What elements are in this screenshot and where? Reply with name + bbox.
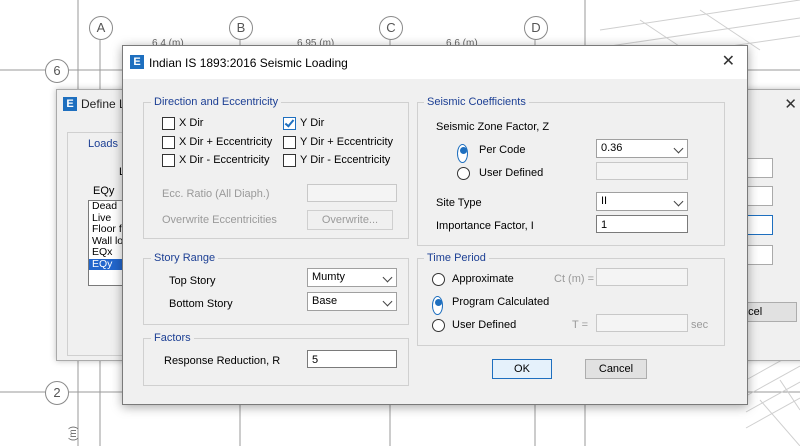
t-input[interactable]	[596, 314, 688, 332]
chevron-down-icon	[673, 143, 684, 154]
y-dir-plus-label: Y Dir + Eccentricity	[300, 136, 394, 148]
overwrite-button[interactable]: Overwrite...	[307, 210, 393, 230]
define-load-title: Define L	[81, 97, 126, 111]
list-item[interactable]: Dead	[89, 201, 123, 213]
program-calculated-radio[interactable]	[432, 296, 443, 315]
ct-input[interactable]	[596, 268, 688, 286]
top-story-value: Mumty	[312, 271, 345, 283]
list-item[interactable]: Floor fi	[89, 223, 123, 236]
t-label: T =	[572, 319, 589, 331]
time-period-group-title: Time Period	[424, 252, 489, 264]
user-defined-period-radio[interactable]	[432, 319, 445, 332]
per-code-radio[interactable]	[457, 144, 468, 163]
x-dir-minus-checkbox[interactable]	[162, 154, 175, 167]
response-reduction-label: Response Reduction, R	[164, 355, 281, 367]
user-zone-input[interactable]	[596, 162, 688, 180]
grid-bubble-b: B	[229, 16, 253, 40]
x-dir-label: X Dir	[179, 117, 204, 129]
story-range-group-title: Story Range	[151, 252, 219, 264]
dialog-title: Indian IS 1893:2016 Seismic Loading	[149, 56, 348, 70]
importance-factor-input[interactable]: 1	[596, 215, 688, 233]
grid-bubble-6: 6	[45, 59, 69, 83]
ok-button[interactable]: OK	[492, 359, 552, 379]
close-icon[interactable]: ✕	[722, 54, 735, 70]
bottom-story-value: Base	[312, 295, 338, 307]
approximate-label: Approximate	[452, 273, 514, 285]
load-name-value[interactable]: EQy	[93, 185, 114, 197]
y-dir-plus-checkbox[interactable]	[283, 136, 296, 149]
grid-bubble-d: D	[524, 16, 548, 40]
approximate-radio[interactable]	[432, 273, 445, 286]
x-dir-checkbox[interactable]	[162, 117, 175, 130]
app-icon: E	[130, 55, 144, 69]
x-dir-minus-label: X Dir - Eccentricity	[179, 154, 270, 166]
loads-group-title: Loads	[85, 138, 121, 150]
site-type-value: II	[601, 195, 608, 207]
top-story-label: Top Story	[169, 275, 216, 287]
ecc-ratio-label: Ecc. Ratio (All Diaph.)	[162, 188, 270, 200]
grid-bubble-a: A	[89, 16, 113, 40]
site-type-select[interactable]: II	[596, 192, 688, 211]
chevron-down-icon	[382, 296, 393, 307]
grid-bubble-2: 2	[45, 381, 69, 405]
grid-bubble-c: C	[379, 16, 403, 40]
factors-group-title: Factors	[151, 332, 194, 344]
x-dir-plus-label: X Dir + Eccentricity	[179, 136, 273, 148]
list-item[interactable]: EQx	[89, 246, 123, 259]
zone-factor-value: 0.36	[601, 142, 623, 154]
bottom-story-label: Bottom Story	[169, 298, 233, 310]
x-dir-plus-checkbox[interactable]	[162, 136, 175, 149]
ct-label: Ct (m) =	[554, 273, 595, 285]
per-code-label: Per Code	[479, 144, 526, 156]
ecc-ratio-input[interactable]	[307, 184, 397, 202]
y-dir-label: Y Dir	[300, 117, 325, 129]
y-dir-minus-label: Y Dir - Eccentricity	[300, 154, 391, 166]
zone-factor-select[interactable]: 0.36	[596, 139, 688, 158]
seismic-loading-dialog: E Indian IS 1893:2016 Seismic Loading ✕ …	[122, 45, 748, 405]
list-item-selected[interactable]: EQy	[89, 258, 123, 270]
chevron-down-icon	[673, 196, 684, 207]
user-defined-period-label: User Defined	[452, 319, 517, 331]
user-defined-zone-radio[interactable]	[457, 167, 470, 180]
t-unit-label: sec	[691, 319, 709, 331]
title-bar[interactable]: E Indian IS 1893:2016 Seismic Loading ✕	[123, 46, 747, 79]
app-icon: E	[63, 97, 77, 111]
seismic-coefficients-group-title: Seismic Coefficients	[424, 96, 529, 108]
cancel-button[interactable]: Cancel	[585, 359, 647, 379]
y-dir-minus-checkbox[interactable]	[283, 154, 296, 167]
chevron-down-icon	[382, 272, 393, 283]
response-reduction-input[interactable]: 5	[307, 350, 397, 368]
overwrite-eccentricities-label: Overwrite Eccentricities	[162, 214, 277, 226]
close-icon[interactable]: ✕	[784, 95, 797, 113]
axis-label: (m)	[68, 426, 79, 441]
load-pattern-list[interactable]: Dead Live Floor fi Wall lo EQx EQy	[88, 200, 124, 286]
y-dir-checkbox[interactable]	[283, 117, 296, 130]
direction-group-title: Direction and Eccentricity	[151, 96, 282, 108]
top-story-select[interactable]: Mumty	[307, 268, 397, 287]
program-calculated-label: Program Calculated	[452, 296, 550, 308]
zone-factor-label: Seismic Zone Factor, Z	[436, 121, 550, 133]
bottom-story-select[interactable]: Base	[307, 292, 397, 311]
site-type-label: Site Type	[436, 197, 482, 209]
importance-factor-label: Importance Factor, I	[436, 220, 534, 232]
user-defined-zone-label: User Defined	[479, 167, 544, 179]
